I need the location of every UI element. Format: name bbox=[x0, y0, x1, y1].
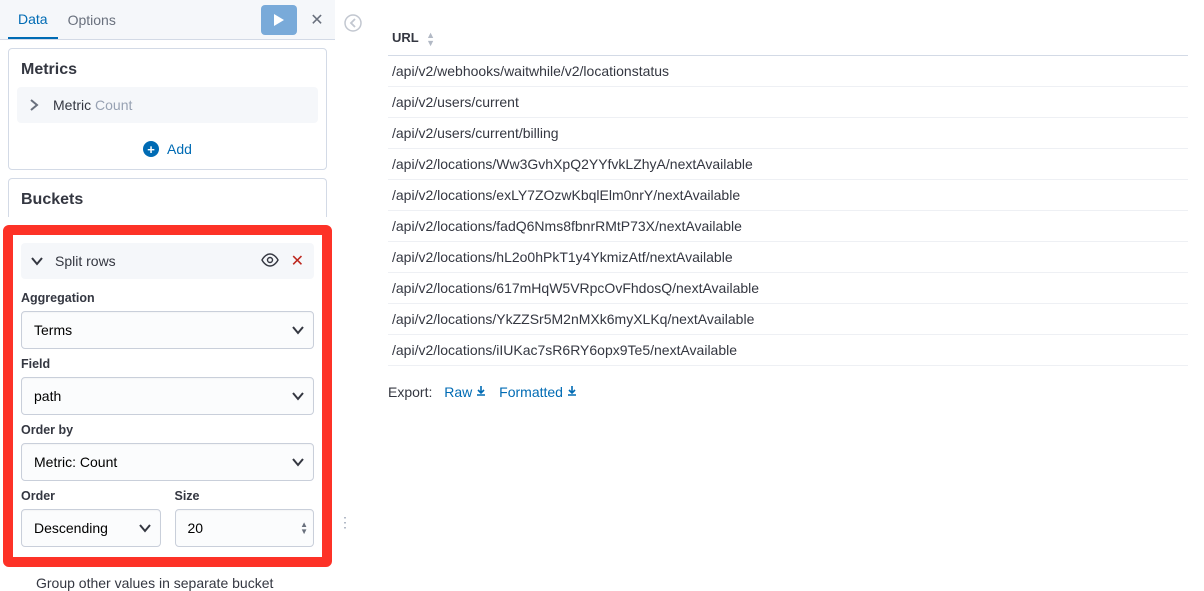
field-label: Field bbox=[21, 357, 314, 371]
order-label: Order bbox=[21, 489, 161, 503]
cell-url: /api/v2/users/current/billing bbox=[388, 117, 1188, 148]
table-row[interactable]: /api/v2/locations/exLY7ZOzwKbqlElm0nrY/n… bbox=[388, 179, 1188, 210]
order-select[interactable] bbox=[21, 509, 161, 547]
export-formatted-link[interactable]: Formatted bbox=[499, 384, 578, 400]
tab-data[interactable]: Data bbox=[8, 1, 58, 39]
bucket-label: Split rows bbox=[55, 253, 116, 269]
bucket-header[interactable]: Split rows ✕ bbox=[21, 243, 314, 279]
table-row[interactable]: /api/v2/users/current/billing bbox=[388, 117, 1188, 148]
cell-url: /api/v2/locations/617mHqW5VRpcOvFhdosQ/n… bbox=[388, 272, 1188, 303]
field-value[interactable] bbox=[21, 377, 314, 415]
export-raw-link[interactable]: Raw bbox=[444, 384, 487, 400]
metrics-panel: Metrics Metric Count + Add bbox=[8, 48, 327, 170]
cell-url: /api/v2/users/current bbox=[388, 86, 1188, 117]
cell-url: /api/v2/locations/YkZZSr5M2nMXk6myXLKq/n… bbox=[388, 303, 1188, 334]
apply-button[interactable] bbox=[261, 5, 297, 35]
collapse-sidebar-button[interactable] bbox=[344, 14, 362, 35]
orderby-select[interactable] bbox=[21, 443, 314, 481]
add-label: Add bbox=[167, 141, 192, 157]
size-label: Size bbox=[175, 489, 315, 503]
tabs-row: Data Options ✕ bbox=[0, 0, 335, 40]
cell-url: /api/v2/locations/hL2o0hPkT1y4YkmizAtf/n… bbox=[388, 241, 1188, 272]
results-panel: URL ▲▼ /api/v2/webhooks/waitwhile/v2/loc… bbox=[388, 24, 1188, 400]
config-sidebar: Data Options ✕ Metrics Metric Count + Ad… bbox=[0, 0, 335, 561]
chevron-down-icon bbox=[31, 256, 47, 266]
table-row[interactable]: /api/v2/locations/617mHqW5VRpcOvFhdosQ/n… bbox=[388, 272, 1188, 303]
split-rows-config: Split rows ✕ Aggregation Field Order by … bbox=[3, 225, 332, 567]
buckets-panel: Buckets bbox=[8, 178, 327, 217]
metric-label: Metric bbox=[53, 97, 91, 113]
chevron-left-circle-icon bbox=[344, 14, 362, 32]
export-row: Export: Raw Formatted bbox=[388, 384, 1188, 400]
metric-item[interactable]: Metric Count bbox=[17, 87, 318, 123]
buckets-title: Buckets bbox=[9, 179, 326, 217]
cell-url: /api/v2/locations/iIUKac7sR6RY6opx9Te5/n… bbox=[388, 334, 1188, 365]
table-row[interactable]: /api/v2/locations/Ww3GvhXpQ2YYfvkLZhyA/n… bbox=[388, 148, 1188, 179]
cell-url: /api/v2/locations/exLY7ZOzwKbqlElm0nrY/n… bbox=[388, 179, 1188, 210]
tab-options[interactable]: Options bbox=[58, 2, 126, 38]
cell-url: /api/v2/webhooks/waitwhile/v2/locationst… bbox=[388, 55, 1188, 86]
cell-url: /api/v2/locations/fadQ6Nms8fbnrRMtP73X/n… bbox=[388, 210, 1188, 241]
cell-url: /api/v2/locations/Ww3GvhXpQ2YYfvkLZhyA/n… bbox=[388, 148, 1188, 179]
column-header-url[interactable]: URL ▲▼ bbox=[388, 24, 1188, 55]
remove-bucket-button[interactable]: ✕ bbox=[291, 251, 304, 271]
sort-icon: ▲▼ bbox=[426, 31, 435, 47]
download-icon bbox=[475, 384, 487, 400]
orderby-value[interactable] bbox=[21, 443, 314, 481]
orderby-label: Order by bbox=[21, 423, 314, 437]
discard-button[interactable]: ✕ bbox=[307, 10, 327, 30]
table-row[interactable]: /api/v2/webhooks/waitwhile/v2/locationst… bbox=[388, 55, 1188, 86]
results-table: URL ▲▼ /api/v2/webhooks/waitwhile/v2/loc… bbox=[388, 24, 1188, 366]
size-stepper[interactable]: ▲▼ bbox=[175, 509, 315, 547]
metric-value: Count bbox=[95, 97, 132, 113]
eye-icon bbox=[261, 253, 279, 267]
add-metric-button[interactable]: + Add bbox=[9, 131, 326, 169]
stepper-arrows-icon[interactable]: ▲▼ bbox=[300, 521, 308, 535]
download-icon bbox=[566, 384, 578, 400]
aggregation-label: Aggregation bbox=[21, 291, 314, 305]
export-label: Export: bbox=[388, 384, 432, 400]
table-row[interactable]: /api/v2/locations/fadQ6Nms8fbnrRMtP73X/n… bbox=[388, 210, 1188, 241]
chevron-right-icon bbox=[29, 99, 45, 111]
aggregation-select[interactable] bbox=[21, 311, 314, 349]
metrics-title: Metrics bbox=[9, 49, 326, 87]
toggle-visibility-button[interactable] bbox=[261, 253, 279, 270]
play-icon bbox=[273, 13, 285, 27]
table-row[interactable]: /api/v2/users/current bbox=[388, 86, 1188, 117]
table-row[interactable]: /api/v2/locations/iIUKac7sR6RY6opx9Te5/n… bbox=[388, 334, 1188, 365]
table-row[interactable]: /api/v2/locations/hL2o0hPkT1y4YkmizAtf/n… bbox=[388, 241, 1188, 272]
field-select[interactable] bbox=[21, 377, 314, 415]
order-value[interactable] bbox=[21, 509, 161, 547]
plus-icon: + bbox=[143, 141, 159, 157]
aggregation-value[interactable] bbox=[21, 311, 314, 349]
table-row[interactable]: /api/v2/locations/YkZZSr5M2nMXk6myXLKq/n… bbox=[388, 303, 1188, 334]
resize-handle[interactable]: ⋮ bbox=[338, 514, 350, 531]
group-other-label: Group other values in separate bucket bbox=[0, 571, 335, 591]
size-input[interactable] bbox=[175, 509, 315, 547]
